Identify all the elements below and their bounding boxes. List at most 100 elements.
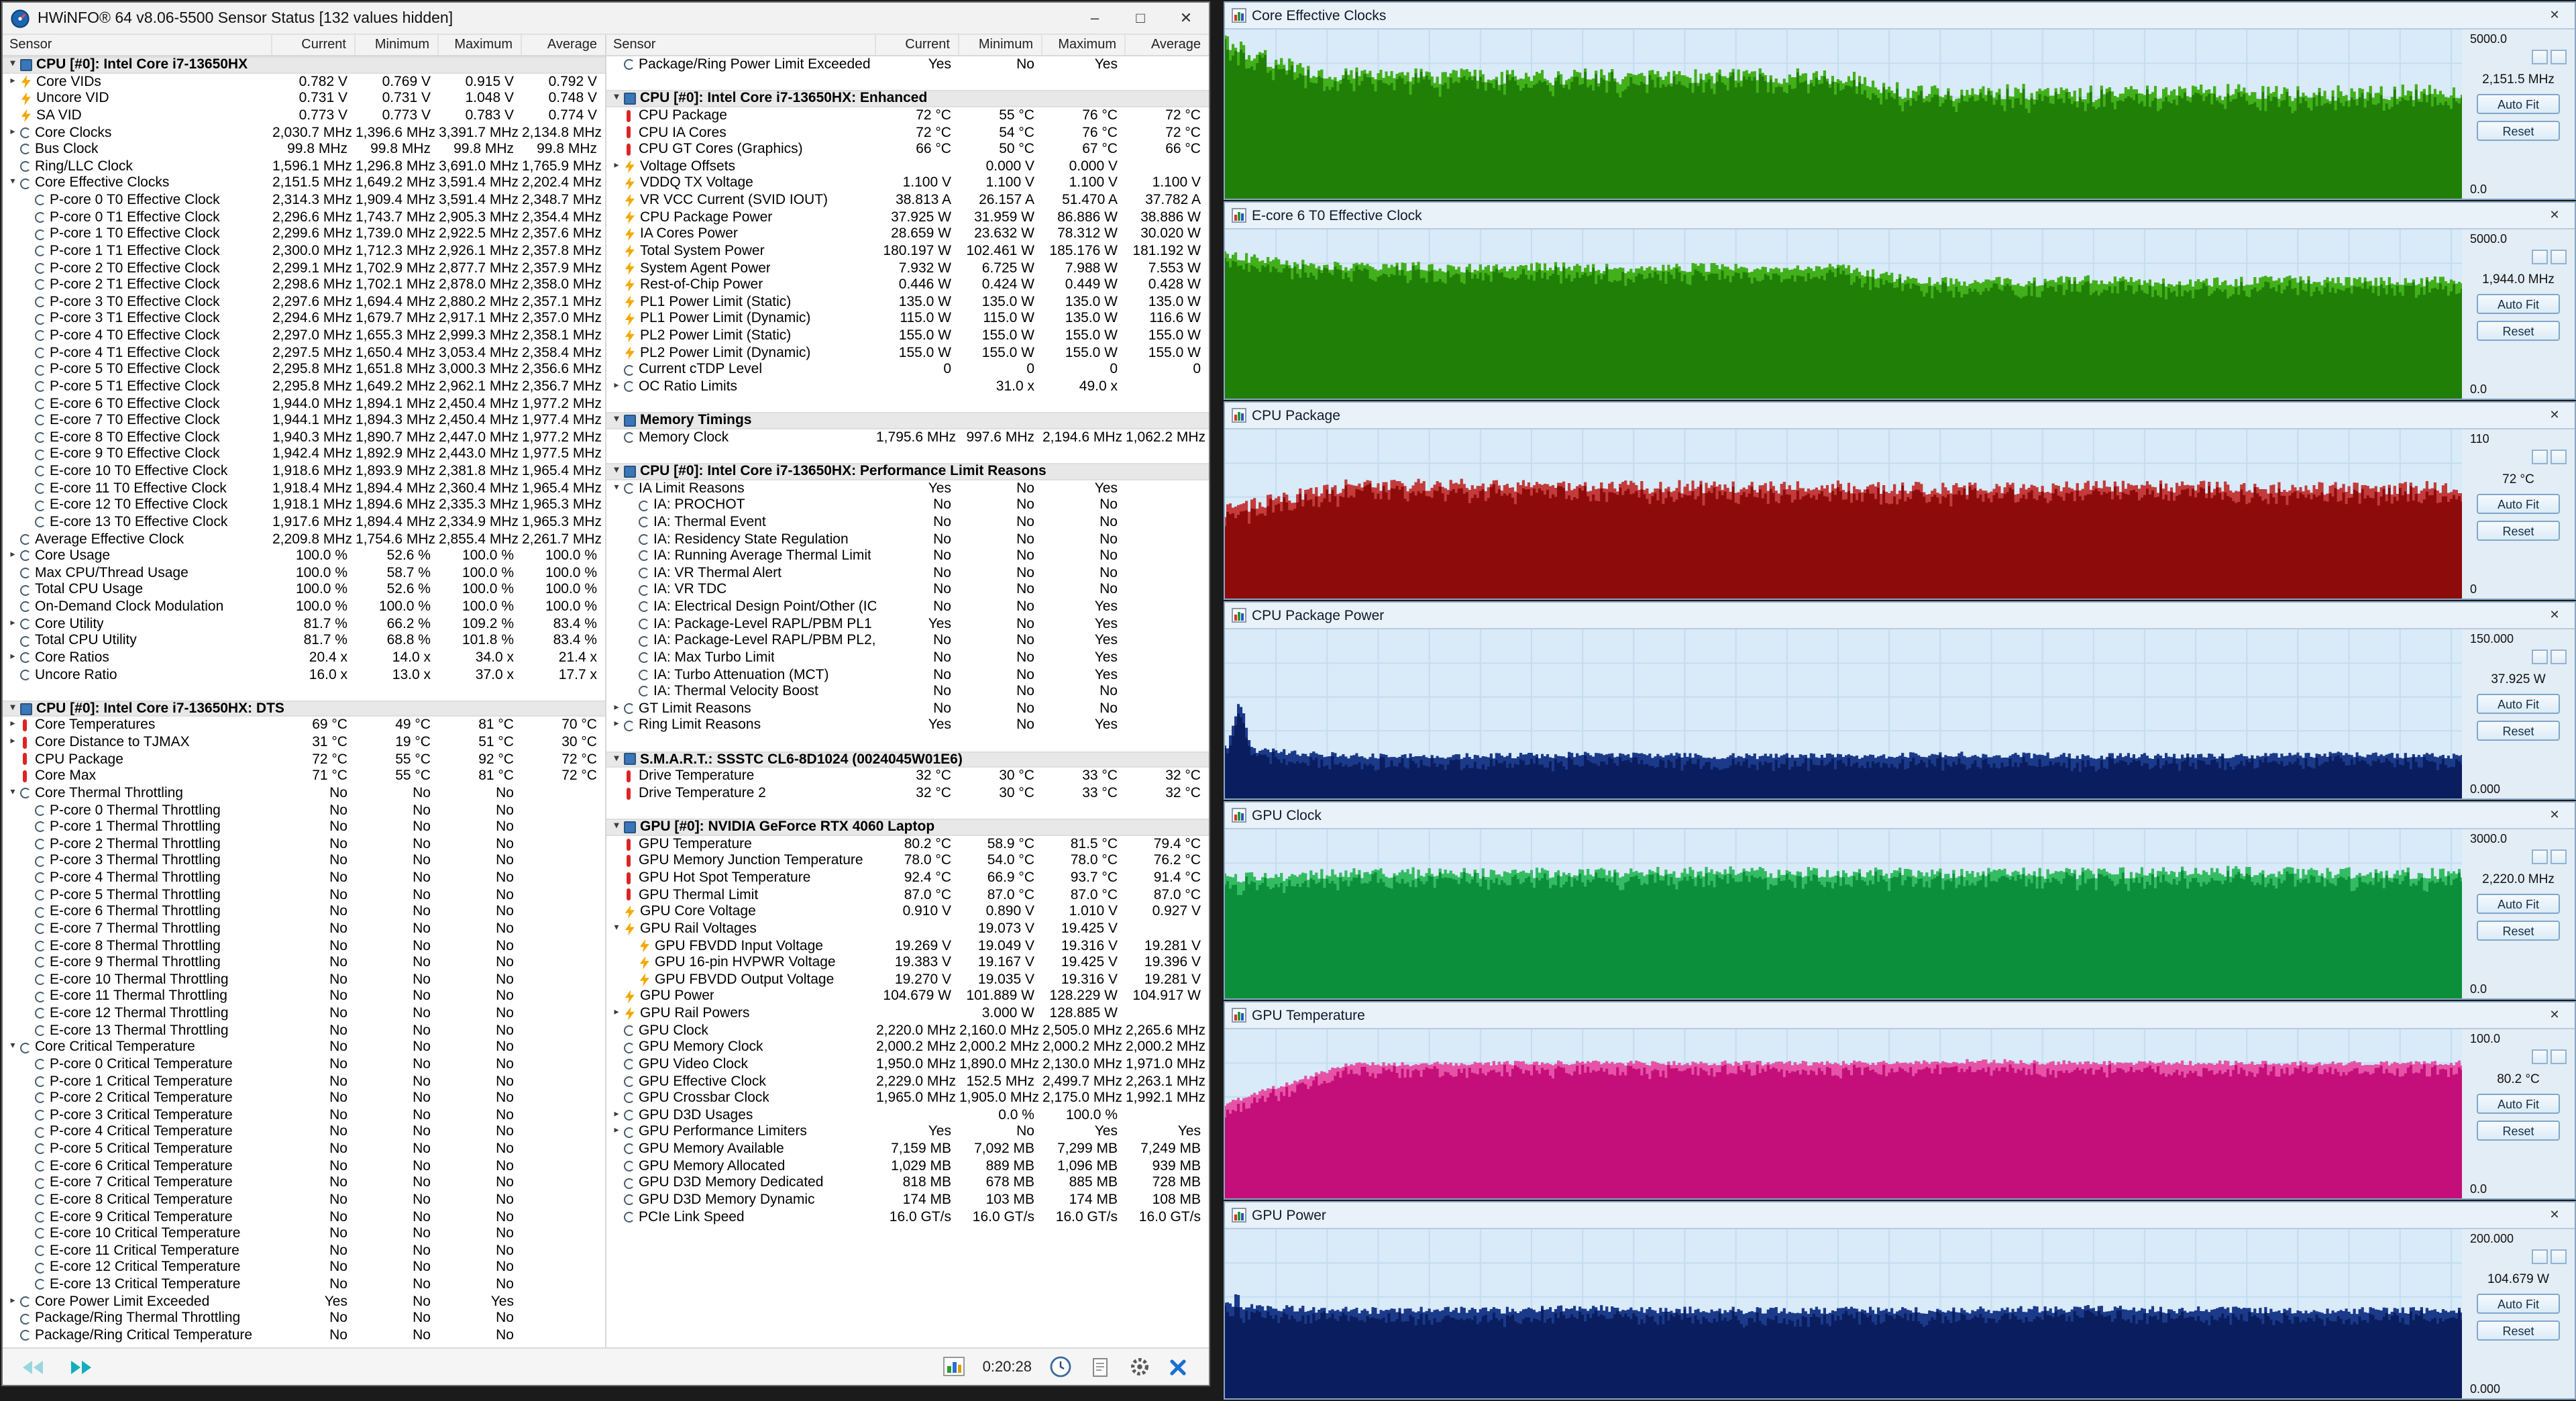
sensor-row[interactable]: GPU Video Clock1,950.0 MHz1,890.0 MHz2,1… <box>606 1056 1209 1073</box>
sensor-section-header[interactable]: ▾CPU [#0]: Intel Core i7-13650HX: Perfor… <box>606 463 1209 480</box>
sensor-row[interactable]: E-core 11 Critical TemperatureNoNoNo <box>3 1243 605 1259</box>
sensor-row[interactable]: IA: VR TDCNoNoNo <box>606 582 1209 599</box>
reset-button[interactable]: Reset <box>2477 721 2560 741</box>
sensor-row[interactable]: GPU Memory Clock2,000.2 MHz2,000.2 MHz2,… <box>606 1039 1209 1056</box>
sensor-row[interactable]: P-core 1 T0 Effective Clock2,299.6 MHz1,… <box>3 226 605 243</box>
graph-mini-button[interactable] <box>2551 450 2567 464</box>
sensor-row[interactable]: P-core 3 T1 Effective Clock2,294.6 MHz1,… <box>3 311 605 327</box>
sensor-row[interactable]: P-core 1 T1 Effective Clock2,300.0 MHz1,… <box>3 243 605 260</box>
sensor-section-header[interactable]: ▾CPU [#0]: Intel Core i7-13650HX: Enhanc… <box>606 91 1209 107</box>
sensor-row[interactable]: P-core 0 Critical TemperatureNoNoNo <box>3 1056 605 1073</box>
sensor-row[interactable]: E-core 10 Critical TemperatureNoNoNo <box>3 1225 605 1242</box>
graph-mini-button[interactable] <box>2532 650 2548 664</box>
sensor-row[interactable]: Core Max71 °C55 °C81 °C72 °C <box>3 768 605 785</box>
sensor-row[interactable]: SA VID0.773 V0.773 V0.783 V0.774 V <box>3 107 605 124</box>
sensor-row[interactable]: P-core 2 T1 Effective Clock2,298.6 MHz1,… <box>3 276 605 293</box>
sensor-row[interactable]: P-core 5 Critical TemperatureNoNoNo <box>3 1141 605 1157</box>
column-header-current[interactable]: Current <box>272 35 356 55</box>
sensor-row[interactable]: ▸Ring Limit ReasonsYesNoYes <box>606 717 1209 734</box>
auto-fit-button[interactable]: Auto Fit <box>2477 694 2560 714</box>
sensor-row[interactable]: GPU Temperature80.2 °C58.9 °C81.5 °C79.4… <box>606 836 1209 853</box>
sensor-row[interactable]: ▸OC Ratio Limits31.0 x49.0 x <box>606 378 1209 395</box>
sensor-row[interactable]: Drive Temperature32 °C30 °C33 °C32 °C <box>606 768 1209 785</box>
auto-fit-button[interactable]: Auto Fit <box>2477 894 2560 914</box>
sensor-row[interactable]: PL1 Power Limit (Dynamic)115.0 W115.0 W1… <box>606 311 1209 327</box>
graph-mini-button[interactable] <box>2551 849 2567 864</box>
auto-fit-button[interactable]: Auto Fit <box>2477 494 2560 514</box>
sensor-row[interactable]: P-core 4 T1 Effective Clock2,297.5 MHz1,… <box>3 344 605 361</box>
sensor-row[interactable]: E-core 8 Thermal ThrottlingNoNoNo <box>3 937 605 954</box>
graph-mini-button[interactable] <box>2532 450 2548 464</box>
expand-icon[interactable]: ▸ <box>610 1107 623 1124</box>
sensor-row[interactable]: ▾Core Critical TemperatureNoNoNo <box>3 1039 605 1056</box>
reset-button[interactable]: Reset <box>2477 921 2560 941</box>
sensor-row[interactable]: ▸Core VIDs0.782 V0.769 V0.915 V0.792 V <box>3 73 605 90</box>
sensor-row[interactable]: GPU Power104.679 W101.889 W128.229 W104.… <box>606 988 1209 1005</box>
sensor-row[interactable]: GPU Hot Spot Temperature92.4 °C66.9 °C93… <box>606 870 1209 886</box>
auto-fit-button[interactable]: Auto Fit <box>2477 1094 2560 1114</box>
sensor-row[interactable]: E-core 6 Critical TemperatureNoNoNo <box>3 1157 605 1174</box>
sensor-row[interactable]: E-core 12 T0 Effective Clock1,918.1 MHz1… <box>3 497 605 514</box>
graph-mini-button[interactable] <box>2551 250 2567 264</box>
sensor-row[interactable]: E-core 9 T0 Effective Clock1,942.4 MHz1,… <box>3 446 605 463</box>
sensor-row[interactable]: ▾Core Thermal ThrottlingNoNoNo <box>3 785 605 802</box>
expand-icon[interactable]: ▾ <box>7 1039 19 1056</box>
sensor-section-header[interactable]: ▾GPU [#0]: NVIDIA GeForce RTX 4060 Lapto… <box>606 819 1209 835</box>
close-icon[interactable]: ✕ <box>2541 1004 2568 1026</box>
sensor-row[interactable]: P-core 3 Thermal ThrottlingNoNoNo <box>3 853 605 870</box>
sensor-row[interactable]: P-core 1 Critical TemperatureNoNoNo <box>3 1073 605 1090</box>
title-bar[interactable]: HWiNFO® 64 v8.06-5500 Sensor Status [132… <box>3 3 1209 35</box>
sensor-row[interactable]: Ring/LLC Clock1,596.1 MHz1,296.8 MHz3,69… <box>3 158 605 175</box>
expand-icon[interactable]: ▸ <box>7 615 19 632</box>
graph-mini-button[interactable] <box>2532 1249 2548 1264</box>
graph-mini-button[interactable] <box>2532 849 2548 864</box>
reset-button[interactable]: Reset <box>2477 521 2560 541</box>
maximize-button[interactable]: □ <box>1118 3 1163 34</box>
sensor-row[interactable]: E-core 8 T0 Effective Clock1,940.3 MHz1,… <box>3 429 605 446</box>
minimize-button[interactable]: – <box>1072 3 1118 34</box>
clock-button[interactable] <box>1049 1355 1072 1378</box>
sensor-row[interactable]: P-core 0 T0 Effective Clock2,314.3 MHz1,… <box>3 192 605 209</box>
expand-icon[interactable]: ▾ <box>610 752 623 766</box>
graph-plot[interactable] <box>1225 629 2462 798</box>
sensor-row[interactable]: IA: VR Thermal AlertNoNoNo <box>606 565 1209 582</box>
sensor-row[interactable]: ▸Core Clocks2,030.7 MHz1,396.6 MHz3,391.… <box>3 124 605 141</box>
sensor-row[interactable]: GPU Clock2,220.0 MHz2,160.0 MHz2,505.0 M… <box>606 1022 1209 1039</box>
sensor-row[interactable]: Current cTDP Level0000 <box>606 362 1209 378</box>
column-header-average[interactable]: Average <box>522 35 605 55</box>
sensor-row[interactable]: GPU D3D Memory Dedicated818 MB678 MB885 … <box>606 1175 1209 1192</box>
expand-icon[interactable]: ▸ <box>610 378 623 395</box>
sensor-row[interactable]: E-core 11 T0 Effective Clock1,918.4 MHz1… <box>3 480 605 497</box>
sensor-row[interactable]: PL2 Power Limit (Static)155.0 W155.0 W15… <box>606 327 1209 344</box>
sensor-row[interactable]: Package/Ring Power Limit ExceededYesNoYe… <box>606 56 1209 73</box>
sensor-row[interactable]: PCIe Link Speed16.0 GT/s16.0 GT/s16.0 GT… <box>606 1208 1209 1225</box>
expand-icon[interactable]: ▾ <box>610 820 623 834</box>
sensor-row[interactable]: Max CPU/Thread Usage100.0 %58.7 %100.0 %… <box>3 565 605 582</box>
column-header-current[interactable]: Current <box>876 35 959 55</box>
graph-mini-button[interactable] <box>2551 1049 2567 1064</box>
sensor-row[interactable]: P-core 5 T1 Effective Clock2,295.8 MHz1,… <box>3 378 605 395</box>
auto-fit-button[interactable]: Auto Fit <box>2477 294 2560 314</box>
sensor-row[interactable]: P-core 4 Thermal ThrottlingNoNoNo <box>3 870 605 886</box>
sensor-row[interactable]: E-core 7 T0 Effective Clock1,944.1 MHz1,… <box>3 412 605 429</box>
expand-icon[interactable]: ▸ <box>7 650 19 666</box>
graph-plot[interactable] <box>1225 30 2462 199</box>
graph-title-bar[interactable]: E-core 6 T0 Effective Clock✕ <box>1225 203 2575 229</box>
column-header-sensor[interactable]: Sensor <box>3 35 272 55</box>
sensor-row[interactable]: CPU Package72 °C55 °C92 °C72 °C <box>3 751 605 768</box>
sensor-row[interactable]: E-core 11 Thermal ThrottlingNoNoNo <box>3 988 605 1005</box>
sensor-row[interactable]: On-Demand Clock Modulation100.0 %100.0 %… <box>3 599 605 615</box>
sensor-row[interactable]: E-core 7 Thermal ThrottlingNoNoNo <box>3 921 605 937</box>
previous-page-button[interactable] <box>13 1353 51 1380</box>
sensor-row[interactable]: GPU Thermal Limit87.0 °C87.0 °C87.0 °C87… <box>606 886 1209 903</box>
sensor-row[interactable]: IA: Running Average Thermal LimitNoNoNo <box>606 548 1209 564</box>
expand-icon[interactable]: ▸ <box>610 158 623 175</box>
sensor-row[interactable]: GPU 16-pin HVPWR Voltage19.383 V19.167 V… <box>606 954 1209 971</box>
sensor-section-header[interactable]: ▾Memory Timings <box>606 412 1209 429</box>
sensor-row[interactable]: IA Cores Power28.659 W23.632 W78.312 W30… <box>606 226 1209 243</box>
close-icon[interactable]: ✕ <box>2541 605 2568 626</box>
sensor-section-header[interactable]: ▾CPU [#0]: Intel Core i7-13650HX <box>3 56 605 73</box>
sensor-row[interactable]: VDDQ TX Voltage1.100 V1.100 V1.100 V1.10… <box>606 175 1209 192</box>
sensor-row[interactable]: P-core 0 T1 Effective Clock2,296.6 MHz1,… <box>3 209 605 225</box>
sensor-row[interactable]: E-core 13 T0 Effective Clock1,917.6 MHz1… <box>3 514 605 531</box>
